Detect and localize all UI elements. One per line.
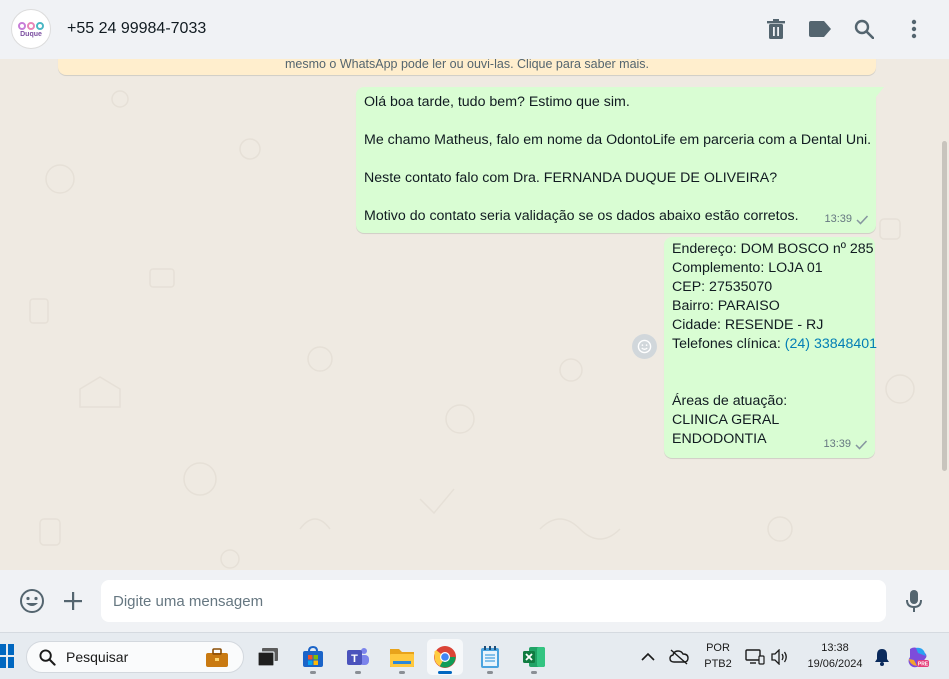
chevron-up-icon[interactable] — [638, 647, 658, 667]
chat-scrollbar[interactable] — [942, 141, 947, 471]
task-view-icon[interactable] — [250, 639, 286, 675]
message-line — [364, 112, 868, 131]
neighborhood-line: Bairro: PARAISO — [672, 298, 780, 314]
running-indicator — [531, 671, 537, 674]
copilot-icon[interactable]: PRE — [906, 645, 930, 669]
message-meta: 13:39 — [823, 435, 867, 454]
emoji-icon[interactable] — [19, 588, 45, 614]
microphone-icon[interactable] — [901, 588, 927, 614]
outgoing-message[interactable]: Olá boa tarde, tudo bem? Estimo que sim.… — [356, 87, 884, 233]
windows-start-icon[interactable] — [0, 644, 14, 668]
running-indicator — [310, 671, 316, 674]
message-line — [364, 150, 868, 169]
message-line: Olá boa tarde, tudo bem? Estimo que sim. — [364, 94, 630, 110]
address-line: Endereço: DOM BOSCO nº 285 — [672, 241, 874, 257]
areas-label: Áreas de atuação: — [672, 393, 788, 409]
excel-icon[interactable] — [516, 639, 552, 675]
message-meta: 13:39 — [824, 210, 868, 229]
reaction-emoji-icon[interactable] — [632, 334, 657, 359]
cep-line: CEP: 27535070 — [672, 279, 773, 295]
windows-taskbar: Pesquisar T POR PTB2 13:38 19/06/2024 PR… — [0, 632, 949, 679]
taskbar-search[interactable]: Pesquisar — [26, 641, 244, 673]
phones-label: Telefones clínica: — [672, 336, 785, 352]
running-indicator — [355, 671, 361, 674]
language-bottom: PTB2 — [704, 658, 732, 670]
clock-date: 19/06/2024 — [807, 658, 863, 670]
teams-icon[interactable]: T — [340, 639, 376, 675]
avatar-logo-text: Duque — [20, 31, 42, 38]
network-icon[interactable] — [745, 647, 765, 667]
avatar-logo-icon — [18, 22, 44, 30]
message-line — [672, 354, 867, 373]
contact-name[interactable]: +55 24 99984-7033 — [67, 20, 206, 38]
notification-bell-icon[interactable] — [872, 647, 892, 667]
contact-avatar[interactable]: Duque — [11, 9, 51, 49]
menu-icon[interactable] — [902, 17, 926, 41]
language-indicator[interactable]: POR PTB2 — [703, 640, 733, 672]
message-line — [364, 188, 868, 207]
message-composer — [0, 570, 949, 632]
taskbar-clock[interactable]: 13:38 19/06/2024 — [800, 640, 870, 672]
message-line: Neste contato falo com Dra. FERNANDA DUQ… — [364, 170, 778, 186]
message-line — [672, 373, 867, 392]
clock-time: 13:38 — [821, 642, 849, 654]
label-icon[interactable] — [808, 17, 832, 41]
running-indicator — [487, 671, 493, 674]
volume-icon[interactable] — [770, 647, 790, 667]
onedrive-offline-icon[interactable] — [669, 647, 689, 667]
attach-plus-icon[interactable] — [60, 588, 86, 614]
sent-check-icon — [855, 439, 867, 450]
taskbar-search-icon — [39, 648, 56, 666]
message-input[interactable] — [101, 580, 886, 622]
area-item: CLINICA GERAL — [672, 412, 780, 428]
outgoing-message[interactable]: Endereço: DOM BOSCO nº 285 Complemento: … — [664, 237, 877, 458]
notepad-icon[interactable] — [472, 639, 508, 675]
language-top: POR — [706, 642, 730, 654]
city-line: Cidade: RESENDE - RJ — [672, 317, 824, 333]
file-explorer-icon[interactable] — [384, 639, 420, 675]
sent-check-icon — [856, 214, 868, 225]
message-time: 13:39 — [824, 213, 852, 225]
taskbar-search-placeholder: Pesquisar — [66, 649, 129, 665]
phone-link[interactable]: (24) 33848401 — [785, 336, 877, 352]
svg-text:T: T — [351, 653, 358, 665]
encryption-notice[interactable]: mesmo o WhatsApp pode ler ou ouvi-las. C… — [58, 59, 876, 75]
search-highlight-icon — [205, 648, 229, 673]
bubble-tail — [876, 87, 884, 97]
complement-line: Complemento: LOJA 01 — [672, 260, 823, 276]
microsoft-store-icon[interactable] — [295, 639, 331, 675]
phones-line: Telefones clínica: (24) 33848401 — [672, 335, 877, 354]
chat-area: mesmo o WhatsApp pode ler ou ouvi-las. C… — [0, 59, 949, 570]
message-line: Motivo do contato seria validação se os … — [364, 208, 799, 224]
chrome-icon[interactable] — [427, 639, 463, 675]
chat-header: Duque +55 24 99984-7033 — [0, 0, 949, 59]
running-indicator — [399, 671, 405, 674]
message-line: Me chamo Matheus, falo em nome da Odonto… — [364, 132, 872, 148]
svg-text:PRE: PRE — [918, 662, 929, 668]
delete-icon[interactable] — [764, 17, 788, 41]
active-indicator — [438, 671, 452, 674]
message-time: 13:39 — [823, 438, 851, 450]
search-icon[interactable] — [852, 17, 876, 41]
